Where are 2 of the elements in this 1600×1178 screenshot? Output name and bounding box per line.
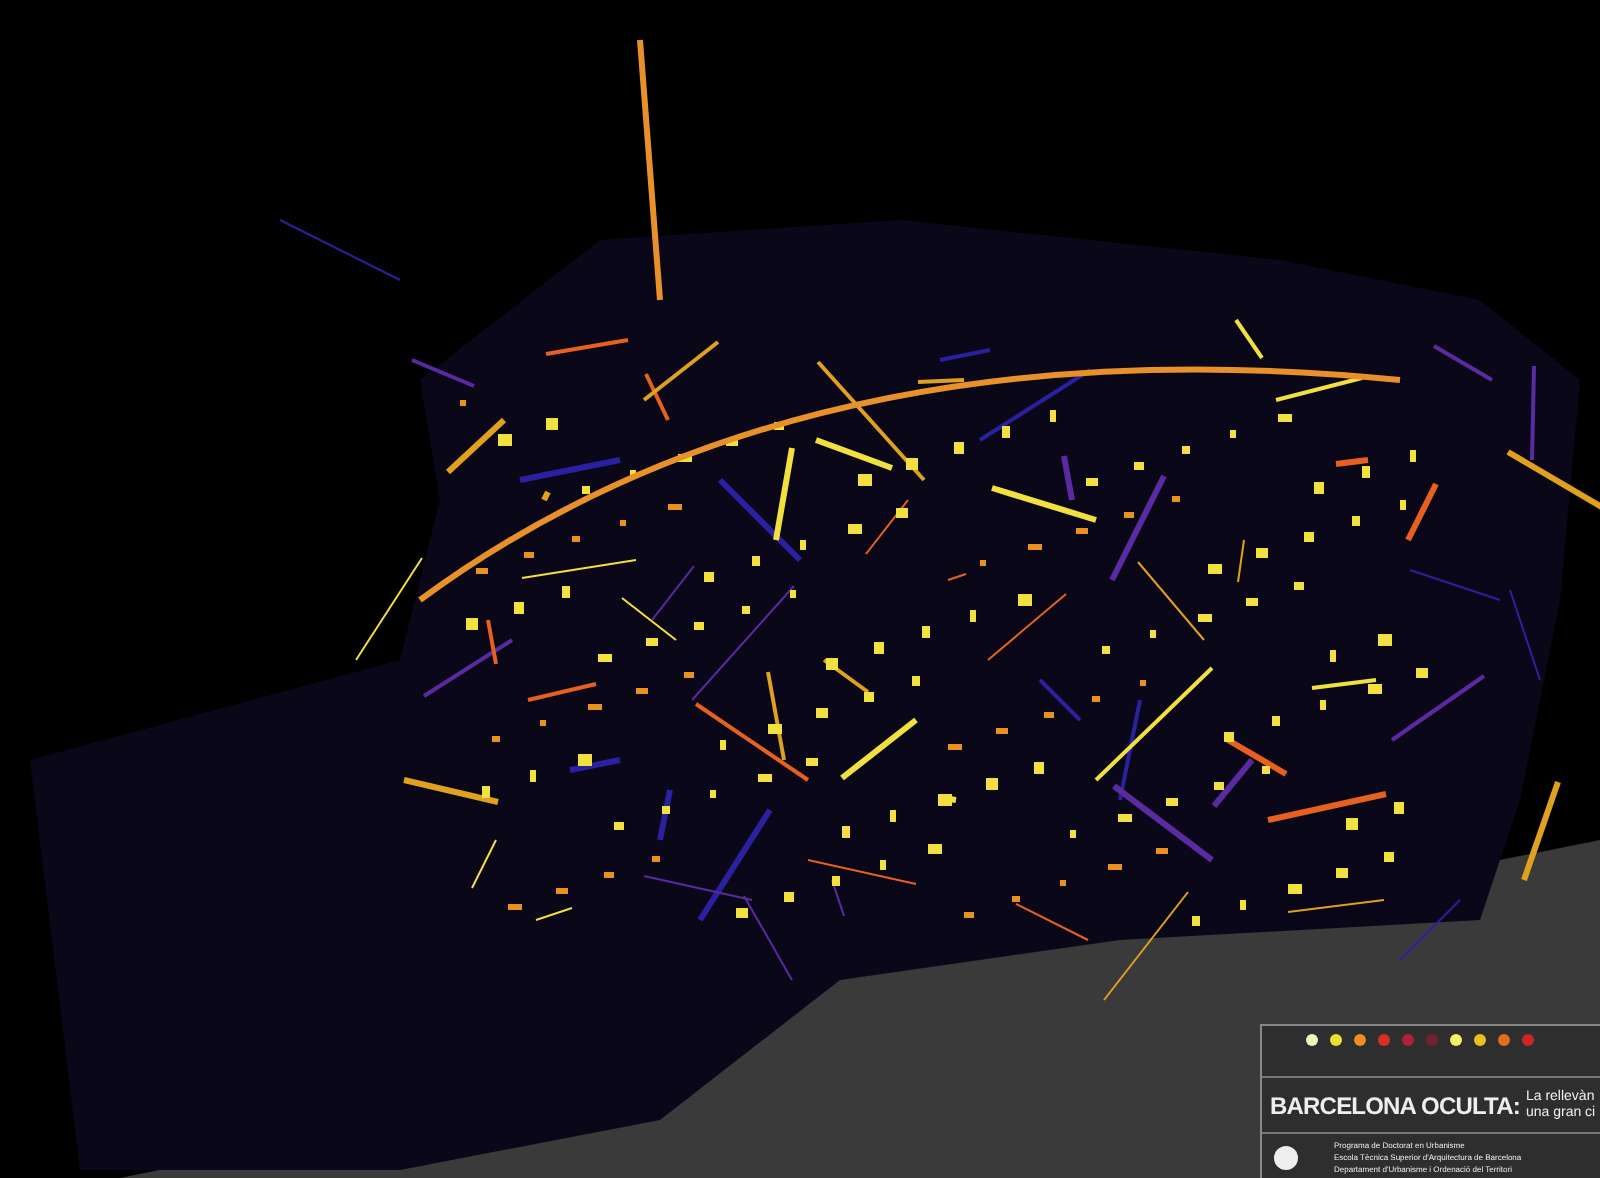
university-logo-icon: [1274, 1146, 1298, 1170]
poster-title: BARCELONA OCULTA:: [1270, 1093, 1520, 1117]
